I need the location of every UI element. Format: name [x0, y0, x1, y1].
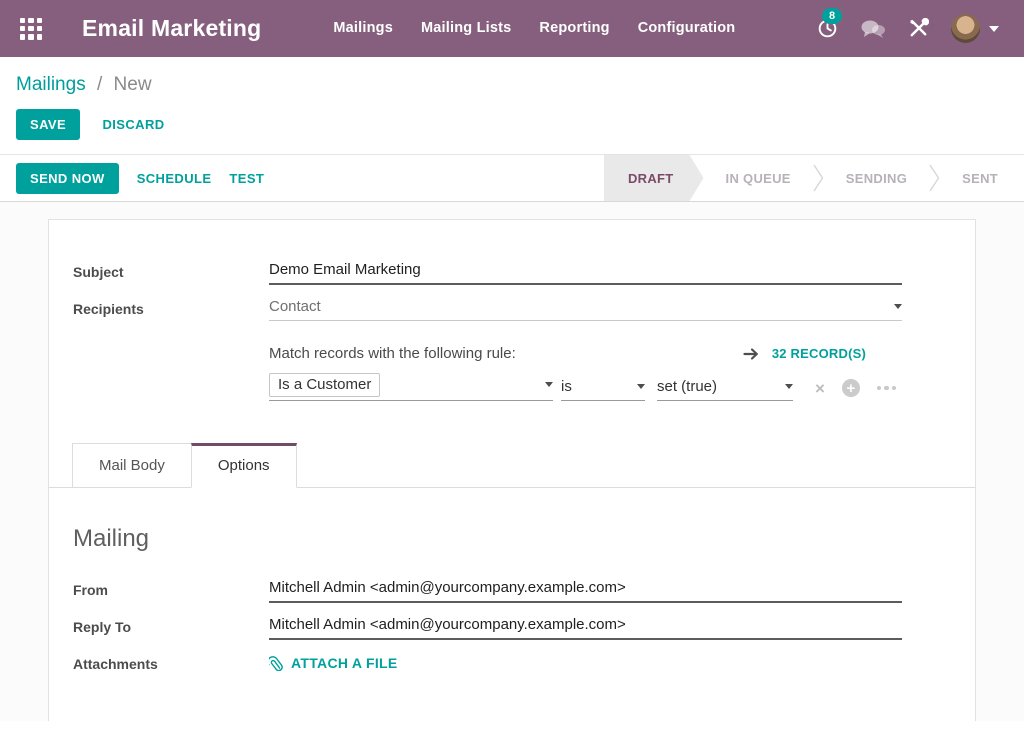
add-rule-icon[interactable]: + — [842, 379, 860, 397]
breadcrumb-current: New — [114, 74, 152, 95]
domain-row: Match records with the following rule: 3… — [73, 332, 951, 409]
records-count-label: 32 RECORD(S) — [772, 346, 866, 361]
more-options-icon[interactable] — [877, 386, 897, 391]
nav-item-mailings[interactable]: Mailings — [319, 0, 407, 57]
rule-intro-text: Match records with the following rule: — [269, 345, 516, 362]
breadcrumb: Mailings / New — [16, 74, 1008, 96]
rule-value-select[interactable]: set (true) — [657, 378, 793, 401]
tab-mail-body[interactable]: Mail Body — [72, 443, 191, 488]
options-tab-pane: Mailing From Mitchell Admin <admin@yourc… — [73, 488, 951, 672]
status-step-draft[interactable]: DRAFT — [604, 155, 704, 201]
send-now-button[interactable]: SEND NOW — [16, 163, 119, 194]
nav-item-configuration[interactable]: Configuration — [624, 0, 750, 57]
rule-operator-select[interactable]: is — [561, 378, 645, 401]
nav-menu: Mailings Mailing Lists Reporting Configu… — [319, 0, 749, 57]
attachments-label: Attachments — [73, 651, 269, 672]
rule-operator-value: is — [561, 378, 572, 395]
messages-icon — [860, 19, 886, 39]
control-panel: Mailings / New SAVE DISCARD — [0, 57, 1024, 155]
paperclip-icon — [269, 655, 284, 671]
activity-menu[interactable]: 8 — [806, 18, 849, 39]
user-menu-caret-icon — [989, 26, 999, 32]
attach-file-label: ATTACH A FILE — [291, 655, 398, 671]
recipients-row: Recipients Contact — [73, 296, 951, 321]
action-bar: SEND NOW SCHEDULE TEST DRAFT IN QUEUE SE… — [0, 155, 1024, 202]
from-input[interactable]: Mitchell Admin <admin@yourcompany.exampl… — [269, 577, 902, 603]
chevron-down-icon — [894, 304, 902, 309]
nav-item-mailing-lists[interactable]: Mailing Lists — [407, 0, 525, 57]
chevron-down-icon — [637, 384, 645, 389]
reply-to-input[interactable]: Mitchell Admin <admin@yourcompany.exampl… — [269, 614, 902, 640]
app-title[interactable]: Email Marketing — [82, 15, 261, 42]
statusbar: DRAFT IN QUEUE SENDING SENT — [604, 155, 1024, 201]
nav-item-reporting[interactable]: Reporting — [525, 0, 623, 57]
subject-label: Subject — [73, 259, 269, 285]
notebook-tabs: Mail Body Options — [49, 443, 975, 488]
schedule-button[interactable]: SCHEDULE — [137, 171, 212, 186]
from-label: From — [73, 577, 269, 603]
systray: 8 — [806, 14, 1010, 43]
breadcrumb-mailings-link[interactable]: Mailings — [16, 74, 86, 95]
domain-rule-row: Is a Customer is set (true) × + — [269, 373, 902, 401]
tab-options[interactable]: Options — [191, 443, 297, 488]
recipients-select[interactable]: Contact — [269, 296, 902, 321]
subject-row: Subject Demo Email Marketing — [73, 259, 951, 285]
debug-tools-menu[interactable] — [897, 18, 940, 39]
chevron-down-icon — [785, 384, 793, 389]
activity-badge: 8 — [822, 8, 842, 24]
rule-actions: × + — [815, 379, 896, 401]
delete-rule-icon[interactable]: × — [815, 380, 825, 397]
form-sheet: Subject Demo Email Marketing Recipients … — [48, 219, 976, 721]
status-step-in-queue[interactable]: IN QUEUE — [704, 155, 813, 201]
status-step-sending[interactable]: SENDING — [824, 155, 929, 201]
arrow-right-icon — [743, 347, 759, 361]
chevron-down-icon — [545, 382, 553, 387]
rule-field-value[interactable]: Is a Customer — [269, 373, 380, 397]
reply-to-label: Reply To — [73, 614, 269, 640]
status-chevron-icon — [929, 158, 940, 198]
test-button[interactable]: TEST — [229, 171, 264, 186]
messages-menu[interactable] — [849, 19, 897, 39]
breadcrumb-separator: / — [97, 74, 102, 95]
user-avatar — [951, 14, 980, 43]
apps-grid-icon[interactable] — [20, 18, 42, 40]
attach-file-button[interactable]: ATTACH A FILE — [269, 651, 902, 671]
rule-field-select[interactable]: Is a Customer — [269, 373, 553, 401]
tools-icon — [908, 18, 929, 39]
user-menu[interactable] — [940, 14, 1010, 43]
discard-button[interactable]: DISCARD — [103, 117, 165, 132]
mailing-section-title: Mailing — [73, 525, 951, 553]
records-count-button[interactable]: 32 RECORD(S) — [743, 346, 902, 361]
top-navbar: Email Marketing Mailings Mailing Lists R… — [0, 0, 1024, 57]
save-button[interactable]: SAVE — [16, 109, 80, 140]
recipients-value: Contact — [269, 298, 321, 315]
subject-input[interactable]: Demo Email Marketing — [269, 259, 902, 285]
content-area: Subject Demo Email Marketing Recipients … — [0, 202, 1024, 721]
attachments-row: Attachments ATTACH A FILE — [73, 651, 951, 672]
rule-value-value: set (true) — [657, 378, 717, 395]
from-row: From Mitchell Admin <admin@yourcompany.e… — [73, 577, 951, 603]
reply-to-row: Reply To Mitchell Admin <admin@yourcompa… — [73, 614, 951, 640]
status-step-sent[interactable]: SENT — [940, 155, 1024, 201]
control-panel-buttons: SAVE DISCARD — [16, 109, 1008, 140]
status-chevron-icon — [813, 158, 824, 198]
recipients-label: Recipients — [73, 296, 269, 321]
